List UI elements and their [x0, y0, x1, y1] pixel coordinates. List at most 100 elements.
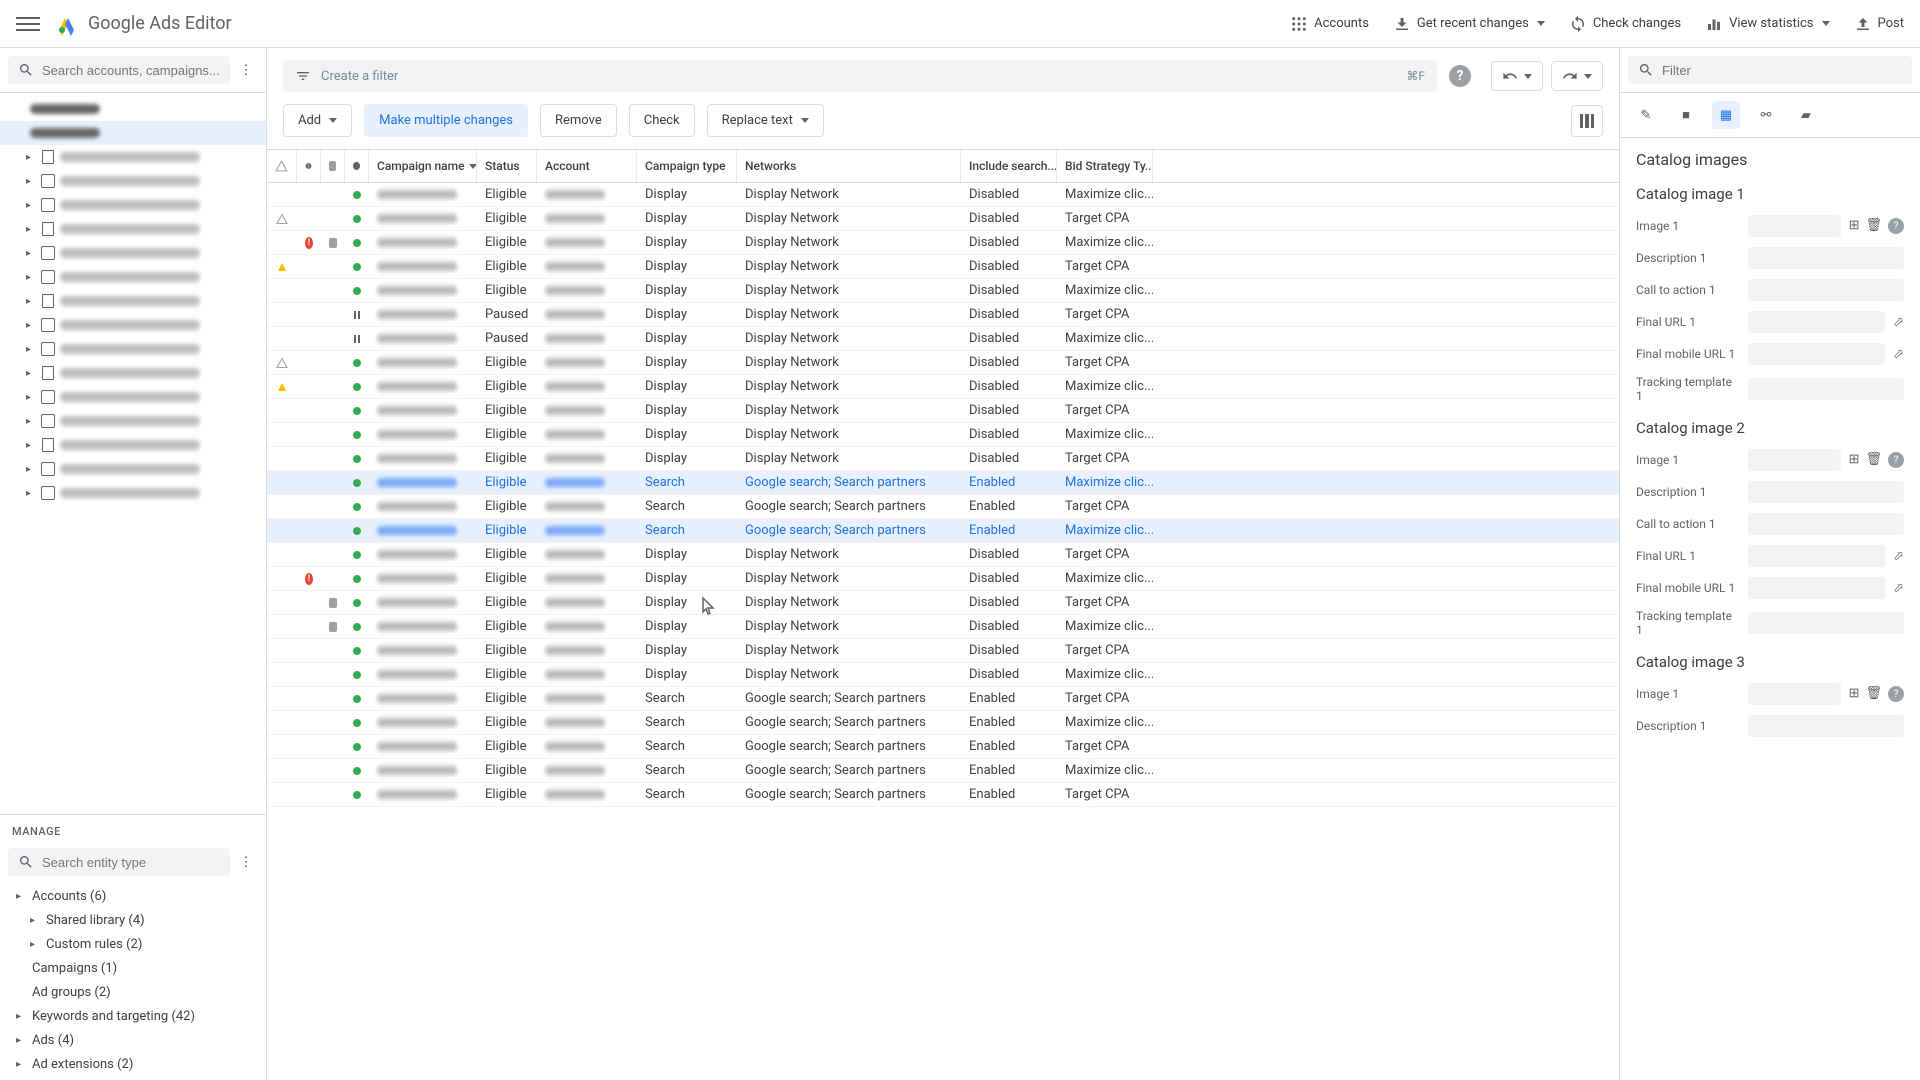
tree-item[interactable]: ▸ — [0, 169, 266, 193]
expand-caret-icon[interactable]: ▸ — [26, 200, 36, 211]
field-input[interactable] — [1748, 215, 1841, 237]
table-row[interactable]: ▲EligibleDisplayDisplay NetworkDisabledM… — [267, 375, 1619, 399]
table-row[interactable]: PausedDisplayDisplay NetworkDisabledTarg… — [267, 303, 1619, 327]
post-button[interactable]: Post — [1854, 15, 1905, 33]
expand-caret-icon[interactable]: ▸ — [26, 296, 36, 307]
field-input[interactable] — [1748, 715, 1904, 737]
field-input[interactable] — [1748, 481, 1904, 503]
field-input[interactable] — [1748, 343, 1885, 365]
expand-caret-icon[interactable]: ▸ — [26, 320, 36, 331]
expand-caret-icon[interactable]: ▸ — [26, 152, 36, 163]
help-icon[interactable]: ? — [1888, 452, 1904, 468]
table-row[interactable]: !EligibleDisplayDisplay NetworkDisabledM… — [267, 567, 1619, 591]
table-row[interactable]: PausedDisplayDisplay NetworkDisabledMaxi… — [267, 327, 1619, 351]
tag-tab-icon[interactable]: ▰ — [1792, 101, 1820, 129]
hamburger-menu-icon[interactable] — [16, 12, 40, 36]
tree-item[interactable]: ▸ — [0, 361, 266, 385]
link-tab-icon[interactable]: ⚯ — [1752, 101, 1780, 129]
table-row[interactable]: EligibleDisplayDisplay NetworkDisabledTa… — [267, 591, 1619, 615]
image-add-icon[interactable]: ⊞ — [1849, 218, 1860, 234]
undo-button[interactable] — [1491, 61, 1543, 91]
manage-item[interactable]: ▸Accounts (6) — [0, 884, 266, 908]
delete-icon[interactable]: 🗑 — [1865, 218, 1882, 234]
tree-item[interactable]: ▸ — [0, 481, 266, 505]
manage-item[interactable]: Campaigns (1) — [0, 956, 266, 980]
entity-search-box[interactable] — [8, 848, 230, 876]
field-input[interactable] — [1748, 247, 1904, 269]
expand-caret-icon[interactable]: ▸ — [26, 440, 36, 451]
table-row[interactable]: ▲EligibleDisplayDisplay NetworkDisabledT… — [267, 255, 1619, 279]
field-input[interactable] — [1748, 378, 1904, 400]
field-input[interactable] — [1748, 449, 1841, 471]
tree-item[interactable]: ▸ — [0, 241, 266, 265]
help-icon[interactable]: ? — [1449, 65, 1471, 87]
launch-icon[interactable]: ⬀ — [1893, 315, 1904, 330]
expand-caret-icon[interactable]: ▸ — [26, 176, 36, 187]
table-row[interactable]: EligibleSearchGoogle search; Search part… — [267, 687, 1619, 711]
field-input[interactable] — [1748, 683, 1841, 705]
accounts-button[interactable]: Accounts — [1290, 15, 1369, 33]
table-row[interactable]: EligibleSearchGoogle search; Search part… — [267, 759, 1619, 783]
status-header[interactable]: Status — [477, 150, 537, 182]
table-row[interactable]: EligibleDisplayDisplay NetworkDisabledTa… — [267, 447, 1619, 471]
tree-item[interactable]: ▸ — [0, 193, 266, 217]
expand-caret-icon[interactable]: ▸ — [16, 1059, 26, 1070]
launch-icon[interactable]: ⬀ — [1893, 581, 1904, 596]
table-row[interactable]: EligibleDisplayDisplay NetworkDisabledMa… — [267, 663, 1619, 687]
account-search-input[interactable] — [42, 63, 220, 78]
field-input[interactable] — [1748, 577, 1885, 599]
tree-item[interactable]: ▸ — [0, 265, 266, 289]
expand-caret-icon[interactable]: ▸ — [26, 464, 36, 475]
filter-input[interactable]: Create a filter ⌘F — [283, 60, 1437, 92]
expand-caret-icon[interactable]: ▸ — [26, 416, 36, 427]
delete-icon[interactable]: 🗑 — [1865, 452, 1882, 468]
replace-text-button[interactable]: Replace text — [707, 104, 824, 137]
expand-caret-icon[interactable]: ▸ — [30, 915, 40, 926]
include-search-header[interactable]: Include search... — [961, 150, 1057, 182]
tree-item[interactable] — [0, 121, 266, 145]
field-input[interactable] — [1748, 612, 1904, 634]
table-row[interactable]: EligibleDisplayDisplay NetworkDisabledMa… — [267, 279, 1619, 303]
entity-search-input[interactable] — [42, 855, 220, 870]
expand-caret-icon[interactable]: ▸ — [26, 344, 36, 355]
more-options-icon[interactable]: ⋮ — [234, 58, 258, 82]
account-search-box[interactable] — [8, 56, 230, 84]
table-row[interactable]: EligibleDisplayDisplay NetworkDisabledTa… — [267, 351, 1619, 375]
expand-caret-icon[interactable]: ▸ — [16, 891, 26, 902]
campaign-name-header[interactable]: Campaign name — [369, 150, 477, 182]
right-filter-box[interactable] — [1628, 56, 1912, 84]
form-tab-icon[interactable]: ▦ — [1712, 101, 1740, 129]
launch-icon[interactable]: ⬀ — [1893, 347, 1904, 362]
expand-caret-icon[interactable]: ▸ — [26, 368, 36, 379]
expand-caret-icon[interactable]: ▸ — [16, 1035, 26, 1046]
delete-icon[interactable]: 🗑 — [1865, 686, 1882, 702]
campaign-type-header[interactable]: Campaign type — [637, 150, 737, 182]
field-input[interactable] — [1748, 279, 1904, 301]
tree-item[interactable]: ▸ — [0, 289, 266, 313]
tree-item[interactable] — [0, 97, 266, 121]
comment-header-icon[interactable] — [321, 150, 345, 182]
expand-caret-icon[interactable]: ▸ — [26, 248, 36, 259]
manage-item[interactable]: ▸Shared library (4) — [0, 908, 266, 932]
video-tab-icon[interactable]: ■ — [1672, 101, 1700, 129]
table-row[interactable]: EligibleSearchGoogle search; Search part… — [267, 495, 1619, 519]
table-row[interactable]: EligibleSearchGoogle search; Search part… — [267, 471, 1619, 495]
expand-caret-icon[interactable]: ▸ — [26, 488, 36, 499]
manage-item[interactable]: Ad groups (2) — [0, 980, 266, 1004]
expand-caret-icon[interactable]: ▸ — [26, 272, 36, 283]
table-row[interactable]: EligibleDisplayDisplay NetworkDisabledMa… — [267, 615, 1619, 639]
table-row[interactable]: EligibleSearchGoogle search; Search part… — [267, 711, 1619, 735]
table-row[interactable]: EligibleSearchGoogle search; Search part… — [267, 519, 1619, 543]
table-row[interactable]: EligibleDisplayDisplay NetworkDisabledMa… — [267, 423, 1619, 447]
table-row[interactable]: EligibleSearchGoogle search; Search part… — [267, 735, 1619, 759]
manage-item[interactable]: ▸Custom rules (2) — [0, 932, 266, 956]
tree-item[interactable]: ▸ — [0, 409, 266, 433]
redo-button[interactable] — [1551, 61, 1603, 91]
check-button[interactable]: Check — [629, 104, 695, 137]
table-row[interactable]: EligibleDisplayDisplay NetworkDisabledTa… — [267, 543, 1619, 567]
tree-item[interactable]: ▸ — [0, 217, 266, 241]
status-dot-header[interactable] — [345, 150, 369, 182]
view-stats-button[interactable]: View statistics — [1705, 15, 1829, 33]
field-input[interactable] — [1748, 513, 1904, 535]
check-changes-button[interactable]: Check changes — [1569, 15, 1681, 33]
